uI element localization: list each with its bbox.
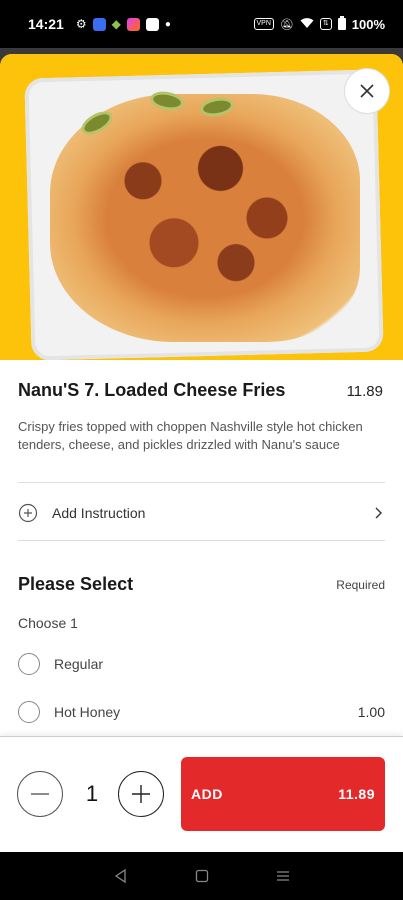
status-right: VPN 🔕︎ ⇅ 100%	[253, 15, 385, 33]
home-icon[interactable]	[194, 868, 210, 884]
item-price: 11.89	[346, 383, 383, 400]
divider	[18, 540, 385, 541]
mute-icon: 🔕︎	[279, 18, 294, 31]
selection-title: Please Select	[18, 574, 134, 594]
item-image	[0, 54, 403, 360]
divider	[18, 482, 385, 483]
order-footer: 1 ADD 11.89	[0, 736, 403, 852]
back-icon[interactable]	[113, 868, 129, 884]
option-label: Hot Honey	[54, 704, 121, 720]
battery-icon	[337, 15, 346, 33]
status-time: 14:21	[28, 16, 64, 32]
app-icon	[92, 17, 106, 31]
status-left-icons: ⚙ ◆ ●	[76, 17, 171, 31]
required-label: Required	[336, 578, 385, 592]
add-instruction-row[interactable]: Add Instruction	[18, 500, 385, 526]
close-icon	[360, 84, 374, 98]
radio-button[interactable]	[18, 701, 40, 723]
data-icon: ⇅	[319, 18, 332, 30]
option-label: Regular	[54, 656, 104, 672]
battery-percent: 100%	[351, 16, 385, 32]
option-price: 1.00	[357, 704, 385, 720]
plus-icon	[132, 785, 150, 803]
selection-subtitle: Choose 1	[18, 615, 78, 631]
plus-circle-icon	[18, 503, 38, 523]
option-regular[interactable]: Regular	[18, 652, 385, 676]
status-bar: 14:21 ⚙ ◆ ● VPN 🔕︎ ⇅ 100%	[0, 0, 403, 48]
app-icon-2	[126, 17, 140, 31]
android-icon: ◆	[111, 17, 121, 31]
system-nav-bar	[0, 852, 403, 900]
gear-icon: ⚙	[75, 17, 87, 31]
vpn-icon: VPN	[253, 18, 274, 30]
wifi-icon	[300, 17, 314, 32]
add-to-cart-button[interactable]: ADD 11.89	[181, 757, 385, 831]
recents-icon[interactable]	[275, 868, 291, 884]
add-button-price: 11.89	[338, 786, 375, 802]
item-sheet: Nanu'S 7. Loaded Cheese Fries 11.89 Cris…	[0, 54, 403, 852]
close-button[interactable]	[344, 68, 390, 114]
item-title: Nanu'S 7. Loaded Cheese Fries	[18, 380, 286, 400]
decrease-quantity-button[interactable]	[17, 771, 63, 817]
app-icon-3	[145, 17, 159, 31]
add-button-label: ADD	[191, 786, 223, 802]
increase-quantity-button[interactable]	[118, 771, 164, 817]
option-hot-honey[interactable]: Hot Honey 1.00	[18, 700, 385, 724]
dot-icon: ●	[164, 18, 171, 30]
item-description: Crispy fries topped with choppen Nashvil…	[18, 419, 363, 452]
item-title-row: Nanu'S 7. Loaded Cheese Fries 11.89	[18, 380, 383, 401]
add-instruction-label: Add Instruction	[52, 505, 146, 521]
radio-button[interactable]	[18, 653, 40, 675]
minus-icon	[31, 793, 49, 795]
quantity-value: 1	[85, 781, 99, 806]
chevron-right-icon	[375, 507, 382, 519]
